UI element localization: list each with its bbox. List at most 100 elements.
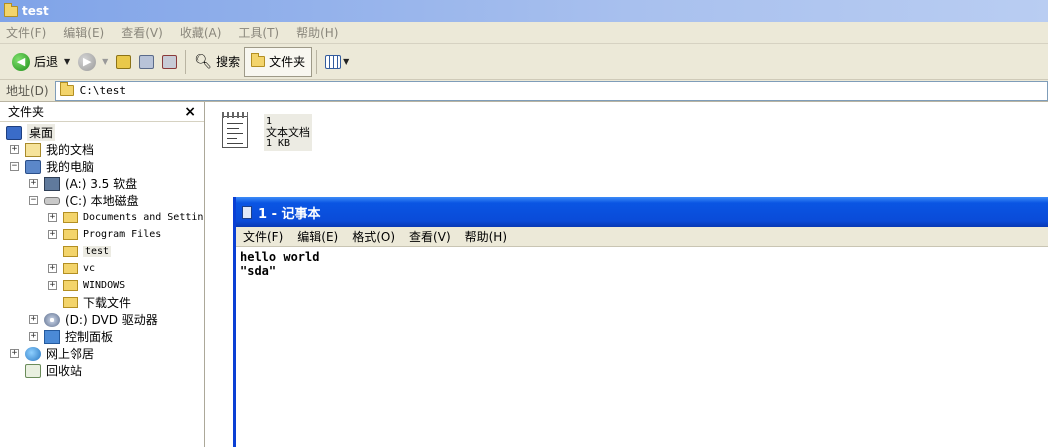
tree-item-label: 我的文档	[46, 143, 95, 157]
expand-icon[interactable]: +	[10, 145, 19, 154]
folder-icon	[251, 53, 266, 67]
notepad-window: 1 - 记事本 文件(F) 编辑(E) 格式(O) 查看(V) 帮助(H) he…	[233, 197, 1048, 447]
search-icon: 🔍︎	[194, 53, 213, 70]
tree-item-label: 桌面	[27, 124, 56, 141]
tree-item-test[interactable]: test	[48, 243, 112, 260]
address-label: 地址(D)	[6, 84, 49, 98]
expand-icon[interactable]: +	[10, 349, 19, 358]
tree-item-network-places[interactable]: + 网上邻居	[10, 345, 94, 362]
toolbar-separator	[185, 49, 187, 74]
tree-item-desktop[interactable]: 桌面	[6, 124, 56, 141]
file-item[interactable]: 1 文本文档 1 KB	[220, 110, 312, 151]
forward-button[interactable]: ▶ ▼	[74, 48, 112, 76]
explorer-title-bar[interactable]: test	[0, 0, 1048, 22]
notepad-title: 1 - 记事本	[258, 206, 321, 222]
tree-item-local-disk-c[interactable]: − (C:) 本地磁盘	[29, 192, 139, 209]
folder-pane: 文件夹 × 桌面 + 我的文档 − 我的电脑 + (A:) 3.5 软盘 − (…	[0, 102, 205, 447]
notepad-menu-help[interactable]: 帮助(H)	[465, 228, 507, 245]
address-input[interactable]: C:\test	[54, 80, 1048, 101]
search-button[interactable]: 🔍︎ 搜索	[190, 48, 244, 76]
expand-icon[interactable]: +	[48, 281, 57, 290]
tree-item-windows[interactable]: + WINDOWS	[48, 277, 125, 294]
file-details: 1 文本文档 1 KB	[264, 114, 312, 151]
expand-icon[interactable]: +	[29, 315, 38, 324]
forward-arrow-icon: ▶	[78, 52, 97, 71]
toolbar: ◀ 后退 ▼ ▶ ▼ 🔍︎ 搜索 文件夹 ▼	[0, 44, 1048, 80]
folder-pane-title: 文件夹	[8, 105, 45, 119]
close-icon[interactable]: ×	[184, 104, 196, 120]
back-button[interactable]: ◀ 后退 ▼	[8, 48, 74, 76]
tree-item-label: 回收站	[46, 364, 83, 378]
tree-item-floppy[interactable]: + (A:) 3.5 软盘	[29, 175, 137, 192]
folder-icon	[63, 280, 78, 291]
tree-item-documents-and-settings[interactable]: + Documents and Settin	[48, 209, 203, 226]
text-document-icon	[220, 110, 252, 150]
up-folder-icon	[116, 54, 132, 69]
tree-item-control-panel[interactable]: + 控制面板	[29, 328, 113, 345]
views-button[interactable]: ▼	[321, 48, 353, 76]
open-folder-icon	[63, 246, 78, 257]
tree-item-program-files[interactable]: + Program Files	[48, 226, 161, 243]
folders-button[interactable]: 文件夹	[244, 46, 313, 77]
tree-item-label: (A:) 3.5 软盘	[65, 177, 138, 191]
expand-icon[interactable]: +	[48, 264, 57, 273]
move-to-button[interactable]	[135, 48, 158, 76]
folder-icon	[4, 2, 18, 17]
tree-item-recycle-bin[interactable]: 回收站	[10, 362, 82, 379]
tree-item-label: Documents and Settin	[83, 212, 204, 223]
control-panel-icon	[44, 329, 60, 344]
notepad-menu-view[interactable]: 查看(V)	[409, 228, 451, 245]
tree-item-label: test	[83, 246, 112, 257]
tree-item-label: 控制面板	[65, 330, 114, 344]
folder-icon	[63, 263, 78, 274]
expand-icon[interactable]: +	[29, 179, 38, 188]
tree-item-my-documents[interactable]: + 我的文档	[10, 141, 94, 158]
hard-disk-icon	[44, 196, 60, 205]
views-dropdown-icon[interactable]: ▼	[343, 57, 349, 66]
notepad-menu-edit[interactable]: 编辑(E)	[297, 228, 338, 245]
notepad-title-bar[interactable]: 1 - 记事本	[236, 197, 1048, 227]
notepad-text-area[interactable]: hello world "sda"	[236, 247, 1048, 281]
dvd-drive-icon	[44, 312, 60, 327]
tree-item-vc[interactable]: + vc	[48, 260, 95, 277]
expand-icon[interactable]: +	[29, 332, 38, 341]
desktop-icon	[6, 125, 22, 140]
views-grid-icon	[325, 54, 342, 69]
up-folder-button[interactable]	[112, 48, 135, 76]
back-dropdown-icon[interactable]: ▼	[64, 57, 70, 66]
computer-icon	[25, 159, 41, 174]
floppy-drive-icon	[44, 176, 60, 191]
forward-dropdown-icon[interactable]: ▼	[102, 57, 108, 66]
tree-item-downloads[interactable]: 下载文件	[48, 294, 131, 311]
menu-tools[interactable]: 工具(T)	[238, 24, 279, 41]
toolbar-separator	[316, 49, 318, 74]
collapse-icon[interactable]: −	[29, 196, 38, 205]
network-icon	[25, 346, 41, 361]
folder-icon	[63, 297, 78, 308]
tree-item-label: WINDOWS	[83, 280, 126, 291]
folders-label: 文件夹	[269, 55, 306, 69]
expand-icon[interactable]: +	[48, 213, 57, 222]
notepad-menu-bar: 文件(F) 编辑(E) 格式(O) 查看(V) 帮助(H)	[236, 227, 1048, 247]
notepad-icon	[242, 205, 252, 219]
menu-edit[interactable]: 编辑(E)	[63, 24, 104, 41]
file-size: 1 KB	[266, 138, 291, 149]
tree-item-label: Program Files	[83, 229, 162, 240]
tree-item-label: (D:) DVD 驱动器	[65, 313, 158, 327]
menu-view[interactable]: 查看(V)	[121, 24, 163, 41]
folder-icon	[59, 82, 74, 96]
notepad-menu-file[interactable]: 文件(F)	[243, 228, 283, 245]
menu-file[interactable]: 文件(F)	[6, 24, 46, 41]
folder-pane-header: 文件夹 ×	[0, 102, 204, 122]
expand-icon[interactable]: +	[48, 230, 57, 239]
notepad-menu-format[interactable]: 格式(O)	[352, 228, 395, 245]
menu-help[interactable]: 帮助(H)	[296, 24, 338, 41]
menu-favorites[interactable]: 收藏(A)	[180, 24, 222, 41]
collapse-icon[interactable]: −	[10, 162, 19, 171]
tree-item-my-computer[interactable]: − 我的电脑	[10, 158, 94, 175]
delete-button[interactable]	[158, 48, 181, 76]
address-bar: 地址(D) C:\test	[0, 80, 1048, 102]
back-arrow-icon: ◀	[12, 52, 30, 71]
tree-item-dvd-drive[interactable]: + (D:) DVD 驱动器	[29, 311, 158, 328]
window-title: test	[22, 4, 49, 18]
